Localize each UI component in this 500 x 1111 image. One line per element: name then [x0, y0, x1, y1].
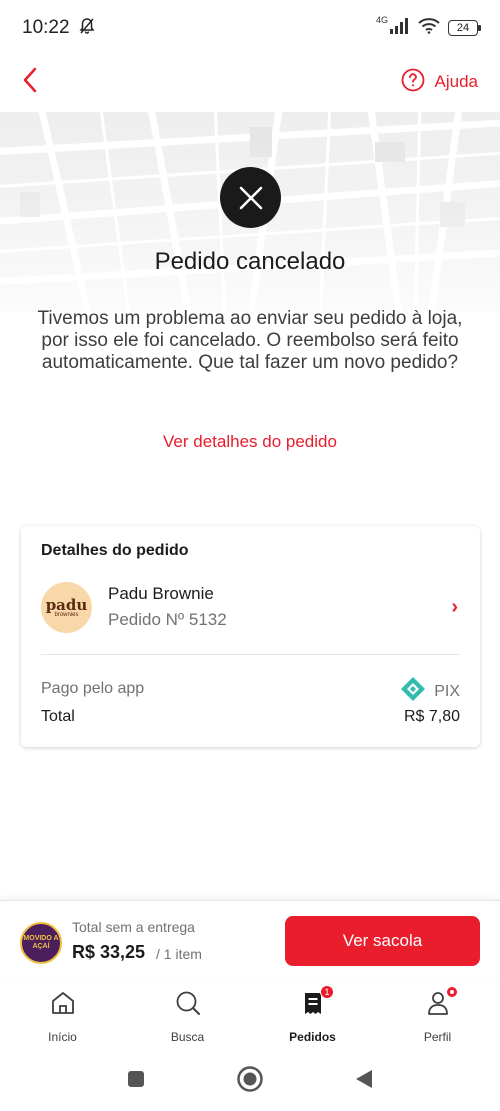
home-circle-icon[interactable]: [236, 1065, 264, 1098]
signal-icon: [390, 17, 410, 39]
tab-label: Busca: [170, 1030, 205, 1044]
cancellation-hero: Pedido cancelado Tivemos um problema ao …: [0, 112, 500, 502]
status-time: 10:22: [22, 17, 70, 38]
store-logo: padu brownies: [41, 582, 92, 633]
tab-busca[interactable]: Busca: [125, 981, 250, 1051]
back-triangle-icon[interactable]: [354, 1068, 374, 1095]
store-logo-word: padu: [45, 595, 88, 614]
cart-item-count: / 1 item: [156, 946, 202, 962]
cancelled-status-icon: [220, 167, 281, 228]
profile-notification-dot: [445, 985, 459, 999]
tab-label: Perfil: [423, 1030, 452, 1044]
status-bar: 10:22 4G 24: [0, 0, 500, 56]
tab-inicio[interactable]: Início: [0, 981, 125, 1051]
tab-perfil[interactable]: Perfil: [375, 981, 500, 1051]
cart-store-avatar: MOVIDO A AÇAÍ: [20, 922, 62, 964]
bottom-tab-bar: Início Busca 1 Pedidos Perfil: [0, 981, 500, 1051]
total-value: R$ 7,80: [403, 708, 460, 725]
wifi-icon: [418, 17, 440, 39]
order-details-card: Detalhes do pedido padu brownies Padu Br…: [21, 526, 480, 747]
card-heading: Detalhes do pedido: [41, 542, 189, 559]
store-logo-subtext: brownies: [54, 611, 79, 618]
payment-label: Pago pelo app: [41, 680, 145, 697]
card-divider: [41, 654, 460, 655]
top-bar: Ajuda: [0, 56, 500, 108]
back-arrow-icon[interactable]: [22, 67, 38, 98]
view-bag-button[interactable]: Ver sacola: [285, 916, 480, 966]
cart-total-price: R$ 33,25: [72, 942, 146, 962]
battery-indicator: 24: [448, 20, 481, 36]
store-name[interactable]: Padu Brownie: [108, 584, 214, 604]
page-title: Pedido cancelado: [154, 248, 346, 275]
cart-bar: MOVIDO A AÇAÍ Total sem a entrega R$ 33,…: [0, 900, 500, 980]
home-icon: [49, 989, 77, 1022]
help-label: Ajuda: [434, 72, 478, 91]
notifications-muted-icon: [78, 17, 96, 40]
question-circle-icon: [401, 68, 425, 97]
recent-apps-icon[interactable]: [126, 1069, 146, 1094]
orders-badge: 1: [320, 985, 334, 999]
chevron-right-icon[interactable]: ›: [451, 596, 458, 619]
cancellation-message: Tivemos um problema ao enviar seu pedido…: [37, 308, 463, 373]
search-icon: [174, 989, 202, 1022]
tab-label: Início: [48, 1030, 77, 1044]
pix-icon: [400, 676, 426, 707]
help-button[interactable]: Ajuda: [401, 68, 478, 97]
tab-label: Pedidos: [289, 1030, 336, 1044]
cart-total-label: Total sem a entrega: [72, 919, 195, 935]
network-type: 4G: [375, 15, 388, 25]
order-number: Pedido Nº 5132: [108, 610, 227, 629]
order-details-link[interactable]: Ver detalhes do pedido: [0, 432, 500, 452]
total-label: Total: [41, 708, 75, 725]
tab-pedidos[interactable]: 1 Pedidos: [250, 981, 375, 1051]
payment-method-label: PIX: [434, 682, 460, 700]
system-navigation-bar: [0, 1051, 500, 1111]
cart-avatar-text: MOVIDO A AÇAÍ: [23, 935, 59, 950]
payment-method: PIX: [400, 676, 460, 707]
